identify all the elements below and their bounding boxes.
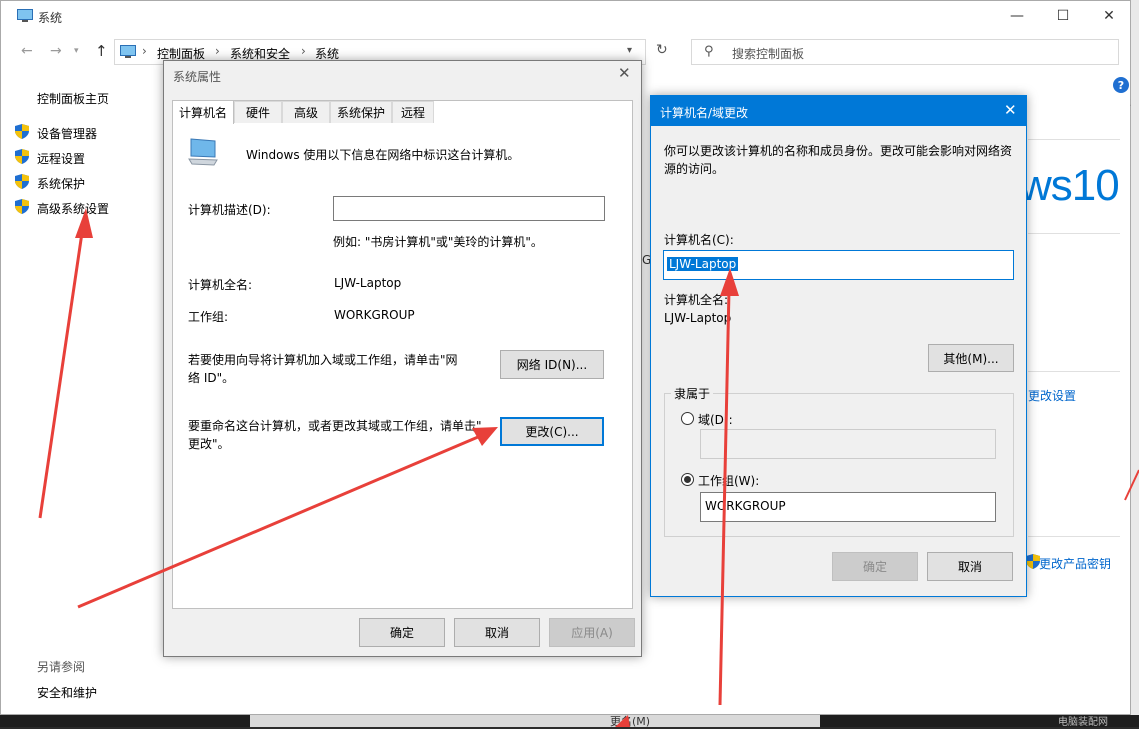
arrow-to-advanced-settings bbox=[38, 208, 93, 519]
arrow-bottom-fragment bbox=[615, 715, 630, 727]
arrow-to-change-button bbox=[77, 427, 498, 609]
arrow-to-computer-name-field bbox=[718, 268, 739, 706]
arrow-right-fragment bbox=[1124, 469, 1139, 501]
annotation-arrows bbox=[38, 208, 1139, 727]
